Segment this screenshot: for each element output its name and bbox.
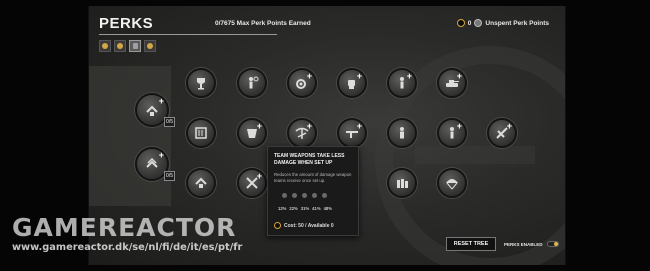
perk-tooltip: TEAM WEAPONS TAKE LESS DAMAGE WHEN SET U… <box>267 146 359 236</box>
tooltip-rank-values: 12% 22% 31% 41% 48% <box>278 206 332 211</box>
trophy-icon <box>197 78 205 90</box>
unspent-label: Unspent Perk Points <box>485 19 549 27</box>
watermark-url: www.gamereactor.dk/se/nl/fi/de/it/es/pt/… <box>12 242 243 253</box>
perk-node-arrow-up[interactable] <box>186 168 216 198</box>
plus-icon: + <box>158 150 164 160</box>
plus-icon: + <box>356 121 362 131</box>
medal-icon <box>117 43 123 49</box>
rank-value: 48% <box>323 206 332 211</box>
title-divider <box>99 34 277 35</box>
chevron-up-icon <box>146 157 158 168</box>
rank-dot <box>282 193 287 198</box>
perk-node-book[interactable] <box>186 118 216 148</box>
plus-icon: + <box>456 71 462 81</box>
max-points-earned: 0/7675 Max Perk Points Earned <box>215 20 311 27</box>
tooltip-title: TEAM WEAPONS TAKE LESS DAMAGE WHEN SET U… <box>274 153 345 166</box>
toggle-knob <box>553 242 558 246</box>
perk-count: 0/5 <box>164 117 175 127</box>
perk-node-trophy[interactable] <box>186 68 216 98</box>
rank-dot <box>322 193 327 198</box>
page-title: PERKS <box>99 15 154 32</box>
perk-count: 0/5 <box>164 171 175 181</box>
parachute-icon <box>446 179 458 190</box>
perk-node-weapon-plus[interactable]: + <box>337 118 367 148</box>
perk-filters <box>99 40 156 52</box>
reset-tree-button[interactable]: RESET TREE <box>446 237 496 251</box>
perk-node-team-weapons[interactable]: + <box>287 118 317 148</box>
rank-value: 31% <box>300 206 310 211</box>
ammo-icon <box>397 179 408 188</box>
rank-dot <box>312 193 317 198</box>
plus-icon: + <box>256 171 262 181</box>
plus-icon: + <box>356 71 362 81</box>
soldier-icon <box>132 43 138 49</box>
background-emblem-bar <box>415 146 535 164</box>
soldier-icon <box>249 76 259 89</box>
rank-value: 41% <box>312 206 321 211</box>
plus-icon: + <box>506 121 512 131</box>
medal-icon <box>147 43 153 49</box>
plus-icon: + <box>406 71 412 81</box>
coin-icon <box>456 19 465 27</box>
perk-node-parachute[interactable] <box>437 168 467 198</box>
tooltip-cost: Cost: 50 / Available 0 <box>274 222 334 229</box>
coin-count: 0 <box>467 19 472 27</box>
selected-column <box>89 66 171 206</box>
filter-support[interactable] <box>144 40 156 52</box>
perk-node-plane-plus[interactable]: + <box>487 118 517 148</box>
plus-icon: + <box>158 96 164 106</box>
perk-node-column-1[interactable]: + 0/5 <box>135 93 175 127</box>
plus-icon: + <box>306 121 312 131</box>
tooltip-rank-dots <box>282 193 327 198</box>
coin-icon <box>274 222 281 229</box>
filter-defense[interactable] <box>129 40 141 52</box>
perk-node-soldier-plus[interactable]: + <box>387 68 417 98</box>
perk-point-icon <box>474 19 483 27</box>
rank-value: 22% <box>289 206 298 211</box>
plus-icon: + <box>256 121 262 131</box>
rank-value: 12% <box>278 206 287 211</box>
filter-all[interactable] <box>99 40 111 52</box>
perk-node-ammo[interactable] <box>387 168 417 198</box>
perk-node-armor-plus[interactable]: + <box>237 118 267 148</box>
rank-dot <box>302 193 307 198</box>
rank-dot <box>292 193 297 198</box>
watermark-brand: GAMEREACTOR <box>12 213 237 242</box>
filter-offense[interactable] <box>114 40 126 52</box>
chevron-up-icon <box>146 105 158 116</box>
perk-node-fist-plus[interactable]: + <box>337 68 367 98</box>
perk-node-soldier-refresh[interactable] <box>237 68 267 98</box>
perks-enabled-toggle[interactable] <box>546 241 559 247</box>
perk-node-column-2[interactable]: + 0/5 <box>135 147 175 181</box>
perk-node-officer[interactable] <box>387 118 417 148</box>
tooltip-description: Reduces the amount of damage weapon team… <box>274 172 352 183</box>
medal-icon <box>102 43 108 49</box>
perks-enabled-label: PERKS ENABLED <box>504 241 543 247</box>
perks-enabled-toggle-group: PERKS ENABLED <box>504 241 559 247</box>
perk-node-soldier-cross[interactable]: + <box>437 118 467 148</box>
cost-text: Cost: 50 / Available 0 <box>284 222 334 229</box>
arrow-up-icon <box>195 177 207 188</box>
officer-icon <box>400 127 404 139</box>
plus-icon: + <box>306 71 312 81</box>
book-icon <box>195 127 207 139</box>
perk-node-tools[interactable]: + <box>237 168 267 198</box>
perk-node-tank-plus[interactable]: + <box>437 68 467 98</box>
perk-node-cog-plus[interactable]: + <box>287 68 317 98</box>
unspent-points: 0 Unspent Perk Points <box>456 19 549 27</box>
plus-icon: + <box>456 121 462 131</box>
